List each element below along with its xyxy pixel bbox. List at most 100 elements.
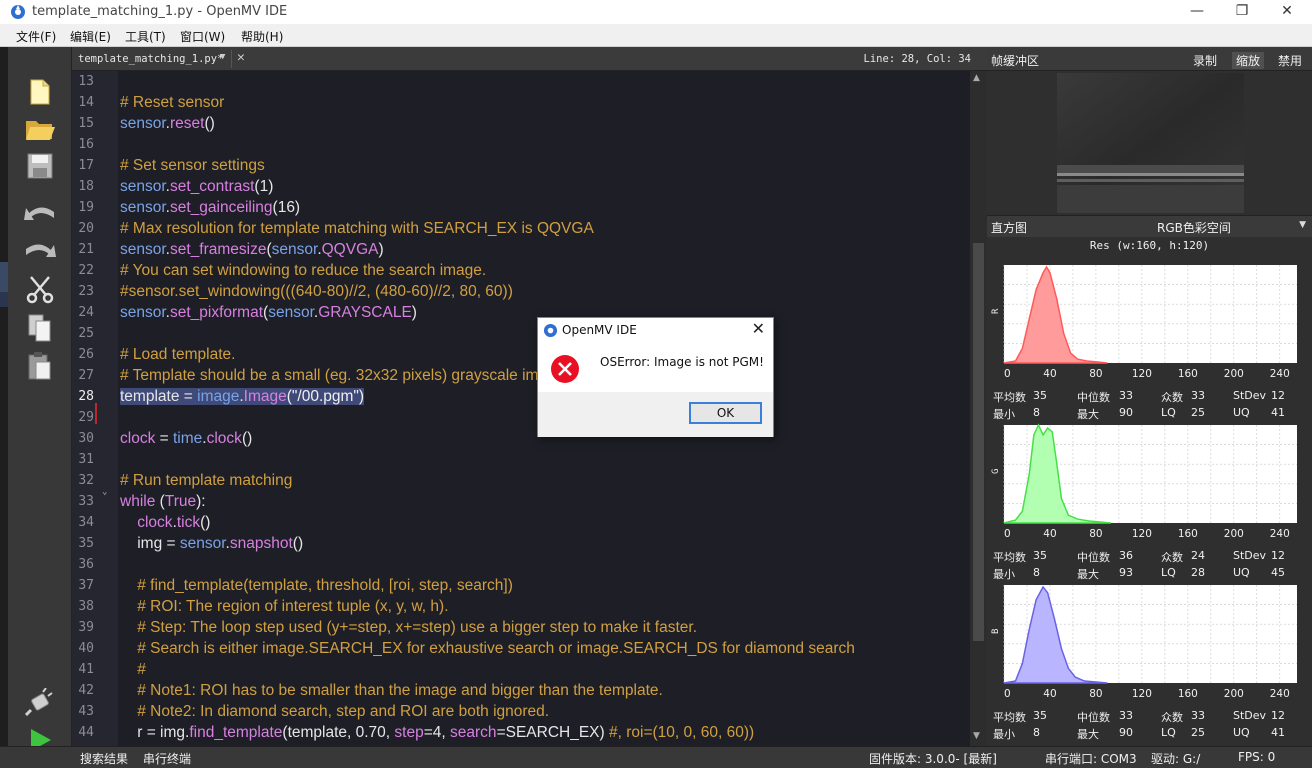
code-token: template = xyxy=(120,388,198,405)
code-line[interactable]: # Search is either image.SEARCH_EX for e… xyxy=(120,638,855,659)
code-line[interactable]: sensor.set_contrast(1) xyxy=(120,176,273,197)
code-token: r = img. xyxy=(120,724,190,741)
disable-button[interactable]: 禁用 xyxy=(1276,52,1304,69)
code-line[interactable]: sensor.reset() xyxy=(120,113,215,134)
dialog-title: OpenMV IDE xyxy=(562,323,637,337)
search-results-tab[interactable]: 搜索结果 xyxy=(80,750,128,767)
tick-label: 40 xyxy=(1043,368,1056,380)
file-tab[interactable]: template_matching_1.py* xyxy=(78,53,223,65)
fold-chevron-icon[interactable]: ⌄ xyxy=(102,487,107,497)
code-line[interactable]: # xyxy=(120,659,146,680)
code-line[interactable]: # Note1: ROI has to be smaller than the … xyxy=(120,680,663,701)
cut-button[interactable] xyxy=(22,273,58,307)
code-token: tick xyxy=(176,514,201,531)
paste-button[interactable] xyxy=(22,349,58,383)
code-line[interactable]: sensor.set_pixformat(sensor.GRAYSCALE) xyxy=(120,302,417,323)
code-line[interactable]: # Load template. xyxy=(120,344,235,365)
code-line[interactable]: r = img.find_template(template, 0.70, st… xyxy=(120,722,754,743)
stat-uq: 41 xyxy=(1271,726,1285,739)
zoom-button[interactable]: 缩放 xyxy=(1232,52,1265,69)
line-number: 38 xyxy=(78,599,94,614)
code-token: sensor xyxy=(120,115,166,132)
dialog-close-icon[interactable]: ✕ xyxy=(752,319,765,338)
line-number: 24 xyxy=(78,305,94,320)
histogram-r: R 0 40 80 120 160 200 240 xyxy=(991,265,1297,380)
code-line[interactable]: # find_template(template, threshold, [ro… xyxy=(120,575,513,596)
code-token: () xyxy=(200,514,211,531)
histogram-resolution: Res (w:160, h:120) xyxy=(1089,239,1210,252)
code-line[interactable]: #sensor.set_windowing(((640-80)//2, (480… xyxy=(120,281,513,302)
menu-window[interactable]: 窗口(W) xyxy=(180,28,225,45)
code-token: set_gainceiling xyxy=(169,199,273,216)
scrollbar-thumb[interactable] xyxy=(973,243,984,641)
new-file-button[interactable] xyxy=(22,75,58,109)
stat-mean-label: 平均数 xyxy=(993,711,1026,724)
code-line[interactable]: # Step: The loop step used (y+=step, x+=… xyxy=(120,617,697,638)
code-line[interactable]: # You can set windowing to reduce the se… xyxy=(120,260,486,281)
axis-label: G xyxy=(991,469,1001,474)
open-file-button[interactable] xyxy=(22,112,58,146)
menu-file[interactable]: 文件(F) xyxy=(16,28,56,45)
menu-help[interactable]: 帮助(H) xyxy=(241,28,283,45)
close-tab-icon[interactable]: ✕ xyxy=(237,50,245,65)
tab-dropdown-icon[interactable]: ▼ xyxy=(220,52,225,62)
record-button[interactable]: 录制 xyxy=(1191,52,1219,69)
code-line[interactable]: # Reset sensor xyxy=(120,92,224,113)
frame-buffer-header: 帧缓冲区 录制 缩放 禁用 xyxy=(987,47,1312,71)
menu-edit[interactable]: 编辑(E) xyxy=(70,28,111,45)
code-token: () xyxy=(204,115,215,132)
code-line[interactable]: sensor.set_gainceiling(16) xyxy=(120,197,300,218)
line-number: 25 xyxy=(78,326,94,341)
code-token: # xyxy=(120,661,146,678)
tick-label: 120 xyxy=(1132,688,1152,700)
current-line-marker xyxy=(95,403,97,424)
stat-stdev: 12 xyxy=(1271,549,1285,562)
stat-median-label: 中位数 xyxy=(1077,391,1110,404)
line-number-gutter: ⌄ 13 14 15 16 17 18 19 20 21 22 23 24 25 26 27 28 29 30 31… xyxy=(72,71,118,746)
restore-button[interactable]: ❐ xyxy=(1219,0,1265,24)
code-line[interactable]: # ROI: The region of interest tuple (x, … xyxy=(120,596,448,617)
connect-button[interactable] xyxy=(22,685,58,719)
code-line[interactable]: # Run template matching xyxy=(120,470,292,491)
code-token: . xyxy=(239,388,244,405)
code-token: ) xyxy=(411,304,417,321)
tick-label: 0 xyxy=(1004,688,1011,700)
code-token: # Run template matching xyxy=(120,472,293,489)
stat-uq-label: UQ xyxy=(1233,726,1250,739)
code-line[interactable]: while (True): xyxy=(120,491,206,512)
stat-mode-label: 众数 xyxy=(1161,551,1183,564)
code-line[interactable]: img = sensor.snapshot() xyxy=(120,533,303,554)
code-line[interactable]: # Max resolution for template matching w… xyxy=(120,218,594,239)
copy-button[interactable] xyxy=(22,311,58,345)
save-file-button[interactable] xyxy=(22,149,58,183)
stat-stdev-label: StDev xyxy=(1233,549,1267,562)
code-line[interactable]: template = image.Image("/00.pgm") xyxy=(120,386,365,407)
chevron-down-icon[interactable]: ▼ xyxy=(1299,220,1306,230)
code-token: # Template should be a small (eg. 32x32 … xyxy=(120,367,569,384)
drive-label[interactable]: 驱动: G:/ xyxy=(1151,750,1200,767)
code-token: sensor xyxy=(179,535,226,552)
menu-tools[interactable]: 工具(T) xyxy=(125,28,166,45)
close-window-button[interactable]: ✕ xyxy=(1264,0,1310,24)
code-line[interactable]: sensor.set_framesize(sensor.QQVGA) xyxy=(120,239,384,260)
editor-scrollbar[interactable]: ▲ ▼ xyxy=(970,71,987,746)
serial-terminal-tab[interactable]: 串行终端 xyxy=(143,750,191,767)
tick-label: 160 xyxy=(1178,368,1198,380)
ok-button[interactable]: OK xyxy=(689,402,762,424)
scroll-up-icon[interactable]: ▲ xyxy=(973,73,980,83)
scroll-down-icon[interactable]: ▼ xyxy=(973,731,980,741)
code-line[interactable]: clock.tick() xyxy=(120,512,210,533)
code-line[interactable]: # Set sensor settings xyxy=(120,155,265,176)
redo-button[interactable] xyxy=(22,234,58,268)
code-line[interactable]: # Note2: In diamond search, step and ROI… xyxy=(120,701,549,722)
code-line[interactable]: clock = time.clock() xyxy=(120,428,252,449)
code-token: set_pixformat xyxy=(169,304,264,321)
color-space-select[interactable]: RGB色彩空间 xyxy=(1157,219,1231,236)
left-edge-strip xyxy=(0,47,8,746)
line-number: 35 xyxy=(78,536,94,551)
minimize-button[interactable]: — xyxy=(1174,0,1220,24)
serial-port[interactable]: 串行端口: COM3 xyxy=(1045,750,1137,767)
firmware-version[interactable]: 固件版本: 3.0.0- [最新] xyxy=(869,750,997,767)
code-line[interactable]: # Template should be a small (eg. 32x32 … xyxy=(120,365,569,386)
undo-button[interactable] xyxy=(22,197,58,231)
